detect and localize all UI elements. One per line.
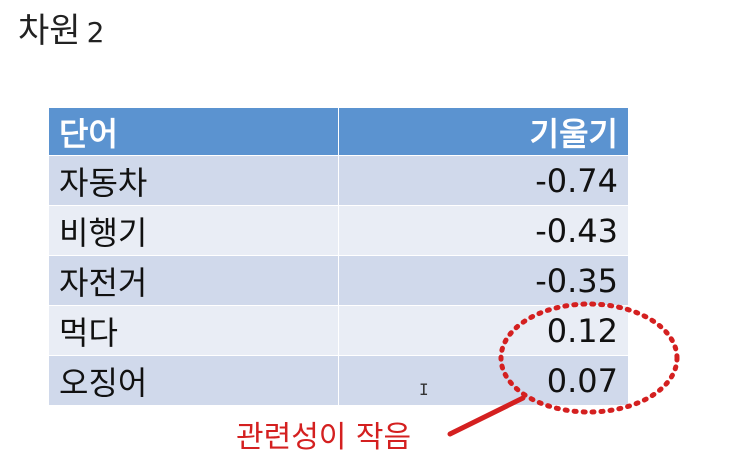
cell-word: 오징어 bbox=[48, 355, 339, 406]
cell-slope: -0.74 bbox=[338, 155, 629, 206]
slide-title: 차원 2 bbox=[18, 14, 104, 48]
column-header-slope: 기울기 bbox=[338, 107, 629, 156]
cell-word: 먹다 bbox=[48, 305, 339, 356]
cell-word: 자전거 bbox=[48, 255, 339, 306]
table-row: 비행기 -0.43 bbox=[48, 205, 629, 256]
table-row: 자동차 -0.74 bbox=[48, 155, 629, 206]
slide: 차원 2 단어 기울기 자동차 -0.74 비행기 -0.43 자전거 -0.35 bbox=[0, 0, 749, 471]
cell-slope: -0.43 bbox=[338, 205, 629, 256]
cell-word: 자동차 bbox=[48, 155, 339, 206]
title-number: 2 bbox=[86, 16, 105, 49]
cell-slope: 0.07 bbox=[338, 355, 629, 406]
cell-word: 비행기 bbox=[48, 205, 339, 256]
table-header-row: 단어 기울기 bbox=[48, 107, 629, 156]
word-slope-table: 단어 기울기 자동차 -0.74 비행기 -0.43 자전거 -0.35 먹다 … bbox=[48, 107, 629, 406]
cell-slope: 0.12 bbox=[338, 305, 629, 356]
table-row: 먹다 0.12 bbox=[48, 305, 629, 356]
title-text: 차원 bbox=[18, 11, 81, 51]
table-row: 자전거 -0.35 bbox=[48, 255, 629, 306]
column-header-word: 단어 bbox=[48, 107, 339, 156]
table-row: 오징어 0.07 bbox=[48, 355, 629, 406]
cell-slope: -0.35 bbox=[338, 255, 629, 306]
text-cursor-icon: I bbox=[419, 380, 429, 399]
annotation-label: 관련성이 작음 bbox=[236, 420, 412, 455]
